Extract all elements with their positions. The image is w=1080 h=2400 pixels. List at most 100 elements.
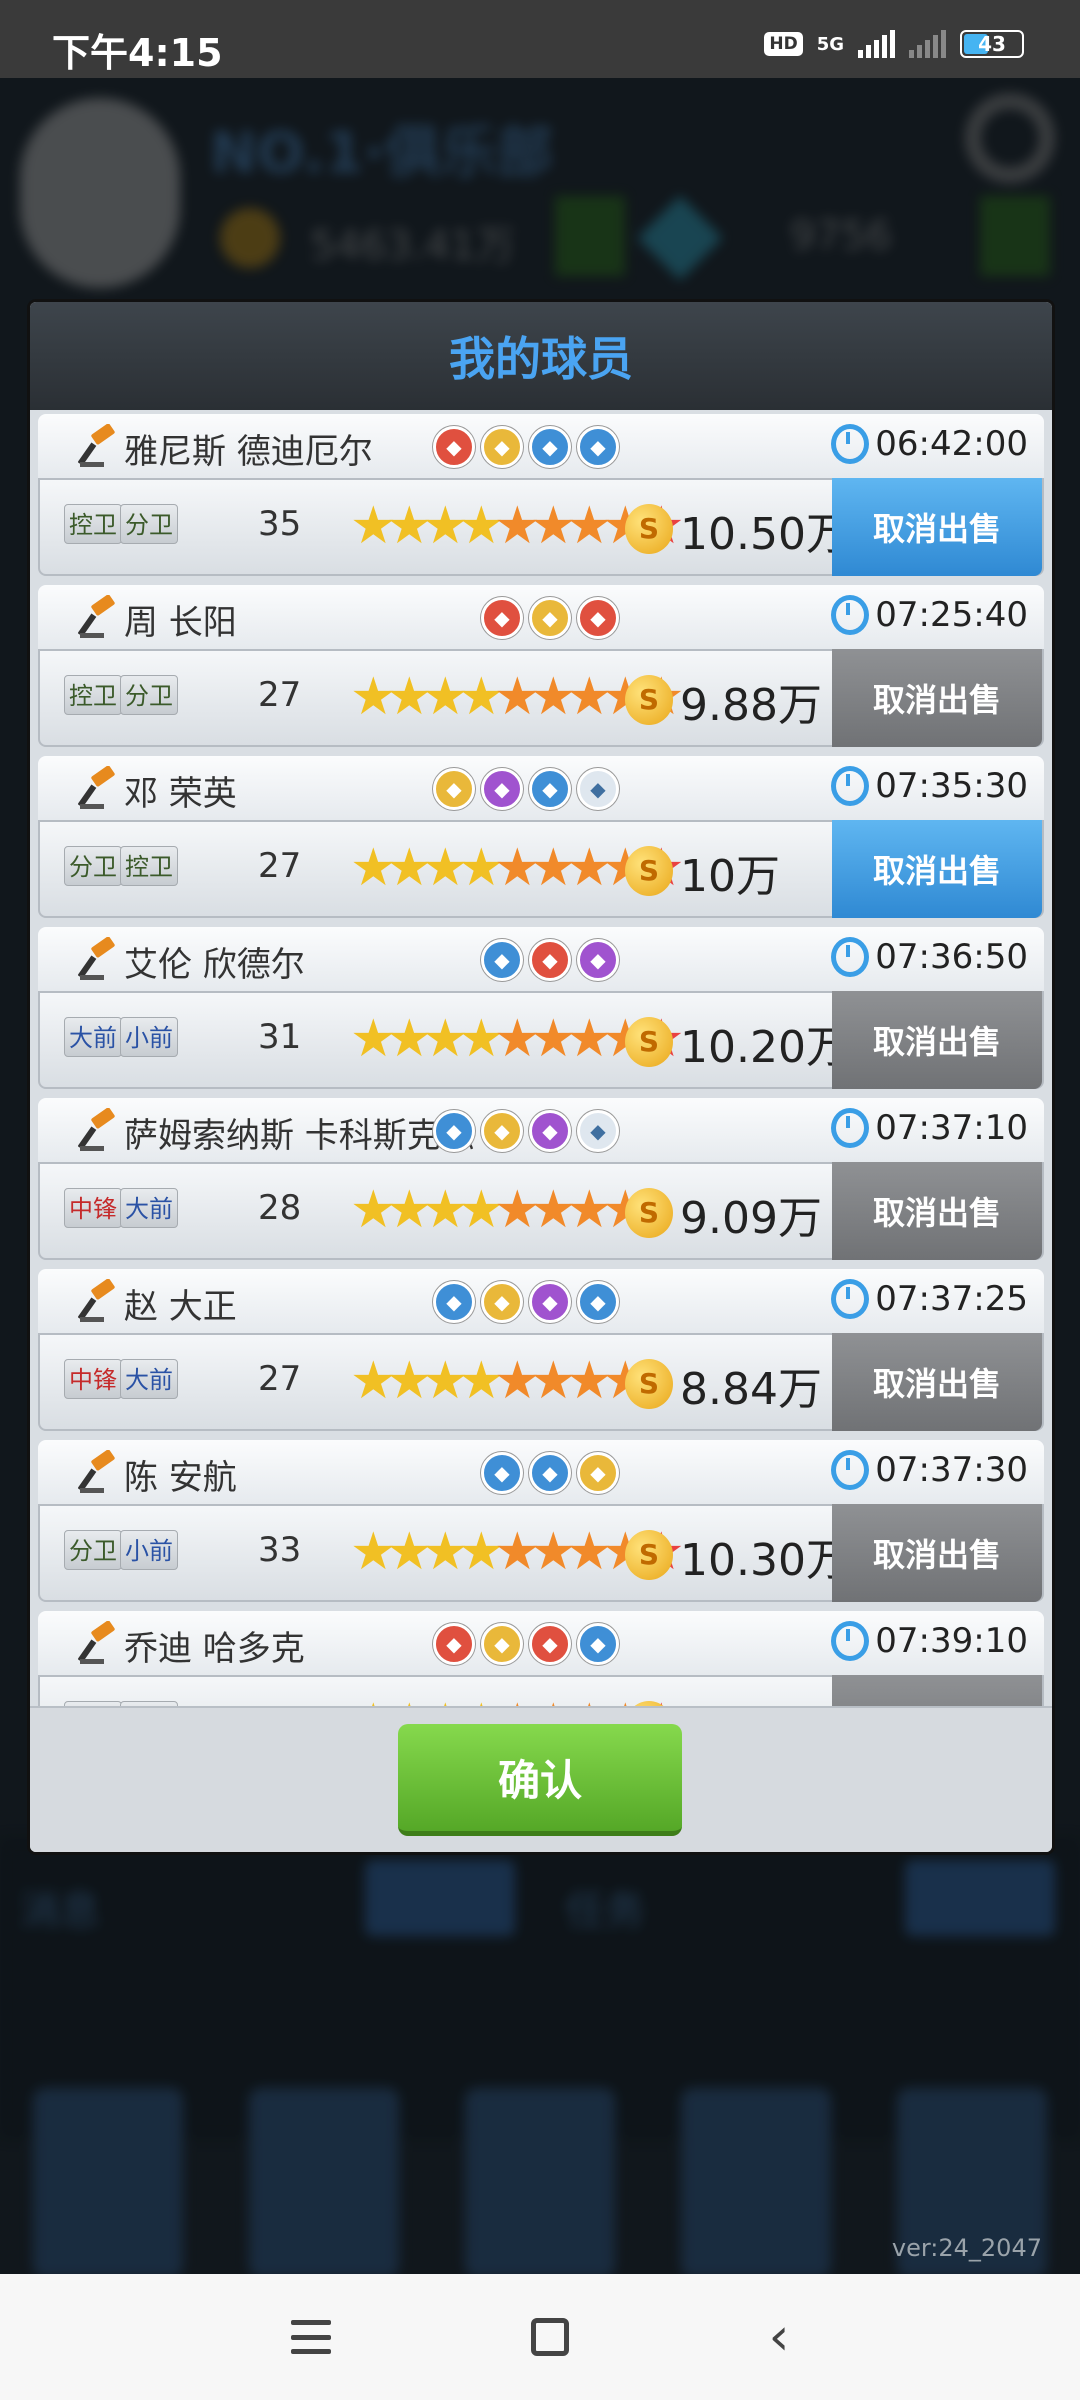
coin-icon: S: [625, 1188, 673, 1238]
listing-timer: 07:37:30: [831, 1450, 1028, 1490]
listing-timer: 07:37:25: [831, 1279, 1028, 1319]
battery-icon: 43: [960, 30, 1024, 58]
cancel-sale-button[interactable]: 取消出售: [832, 649, 1042, 747]
skill-badge-icon: ◆: [577, 939, 619, 981]
cancel-sale-button[interactable]: 取消出售: [832, 820, 1042, 918]
skill-badge-icon: ◆: [577, 1110, 619, 1152]
my-players-dialog: 我的球员 雅尼斯 德迪厄尔◆◆◆◆06:42:00控卫分卫35★★★★★★★★★…: [30, 302, 1052, 1852]
player-name: 周 长阳: [124, 603, 237, 643]
listing-header: 邓 荣英 ◆ ◆ ◆ ◆ 07:35:30: [38, 756, 1044, 820]
skill-badge-icon: ◆: [529, 1452, 571, 1494]
player-name: 乔迪 哈多克: [124, 1629, 305, 1669]
menu-icon[interactable]: [290, 2320, 331, 2354]
coin-icon: S: [625, 675, 673, 725]
status-icons: HD 5G 43: [764, 30, 1024, 58]
skill-badges: ◆ ◆ ◆ ◆: [433, 426, 619, 468]
gavel-icon: [78, 1108, 115, 1151]
listing-price: 9.88万: [680, 680, 822, 731]
star-icon: ★: [530, 1009, 577, 1069]
star-icon: ★: [494, 1695, 541, 1706]
rating-stars: ★★★★★★★★: [350, 1351, 649, 1411]
player-listing-card: 邓 荣英◆◆◆◆07:35:30分卫控卫27★★★★★★★★★S10万取消出售: [38, 756, 1044, 918]
stopwatch-icon: [831, 595, 870, 635]
skill-badges: ◆ ◆ ◆ ◆: [433, 1281, 619, 1323]
listing-header: 雅尼斯 德迪厄尔 ◆ ◆ ◆ ◆ 06:42:00: [38, 414, 1044, 478]
position-tag: 分卫: [120, 504, 178, 544]
cancel-sale-button[interactable]: 取消出售: [832, 991, 1042, 1089]
cancel-sale-button[interactable]: 取消出售: [832, 478, 1042, 576]
star-icon: ★: [422, 1695, 469, 1706]
star-icon: ★: [494, 667, 541, 727]
stopwatch-icon: [831, 1108, 870, 1148]
position-tag: 控卫: [120, 846, 178, 886]
player-name: 艾伦 欣德尔: [124, 945, 305, 985]
position-tag: 控卫: [64, 675, 122, 715]
skill-badges: ◆ ◆ ◆: [481, 1452, 619, 1494]
player-listing-card: 雅尼斯 德迪厄尔 ◆◆◆◆ 06:42:00 控卫分卫35★★★★★★★★★S10.5…: [38, 414, 1044, 576]
gavel-icon: [78, 424, 115, 467]
skill-badge-icon: ◆: [577, 426, 619, 468]
skill-badges: ◆ ◆ ◆ ◆: [433, 768, 619, 810]
star-icon: ★: [566, 1351, 613, 1411]
position-tag: 中锋: [64, 1188, 122, 1228]
star-icon: ★: [386, 496, 433, 556]
gavel-icon: [78, 937, 115, 980]
star-icon: ★: [602, 1695, 649, 1706]
player-name: 雅尼斯 德迪厄尔: [124, 432, 373, 472]
listing-timer: 06:42:00: [831, 424, 1028, 464]
star-icon: ★: [350, 1522, 397, 1582]
navigation-bar: ‹: [0, 2274, 1080, 2400]
player-listing-card: 周 长阳◆◆◆07:25:40控卫分卫27★★★★★★★★★S9.88万取消出售: [38, 585, 1044, 747]
listing-price: 10.50万: [680, 509, 850, 560]
skill-badge-icon: ◆: [529, 768, 571, 810]
star-icon: ★: [530, 1180, 577, 1240]
star-icon: ★: [350, 1351, 397, 1411]
coin-icon: S: [625, 846, 673, 896]
star-icon: ★: [458, 1009, 505, 1069]
player-listing-card: 萨姆索纳斯 卡科斯克兹◆◆◆◆07:37:10中锋大前28★★★★★★★★S9.…: [38, 1098, 1044, 1260]
star-icon: ★: [422, 1180, 469, 1240]
skill-badge-icon: ◆: [433, 426, 475, 468]
star-icon: ★: [530, 1522, 577, 1582]
cancel-sale-button[interactable]: 取消出售: [832, 1504, 1042, 1602]
player-listing-list[interactable]: 雅尼斯 德迪厄尔◆◆◆◆06:42:00控卫分卫35★★★★★★★★★S10.5…: [30, 410, 1052, 1706]
star-icon: ★: [566, 496, 613, 556]
position-tag: 大前: [64, 1017, 122, 1057]
skill-badge-icon: ◆: [529, 1281, 571, 1323]
star-icon: ★: [386, 1351, 433, 1411]
skill-badge-icon: ◆: [433, 1110, 475, 1152]
player-name: 陈 安航: [124, 1458, 237, 1498]
star-icon: ★: [422, 1522, 469, 1582]
listing-details: 分卫小前33★★★★★★★★★S10.30万取消出售: [38, 1504, 1044, 1602]
confirm-button[interactable]: 确认: [398, 1724, 682, 1836]
listing-details: 控卫分卫34★★★★★★★★★S11.41万取消出售: [38, 1675, 1044, 1706]
coin-icon: S: [625, 504, 673, 554]
star-icon: ★: [386, 1009, 433, 1069]
stopwatch-icon: [831, 937, 870, 977]
skill-badge-icon: ◆: [529, 1623, 571, 1665]
listing-details: 控卫分卫35★★★★★★★★★S10.50万取消出售: [38, 478, 1044, 576]
star-icon: ★: [422, 667, 469, 727]
signal-icon: [858, 30, 895, 58]
star-icon: ★: [530, 496, 577, 556]
stopwatch-icon: [831, 1450, 870, 1490]
listing-price: 11.41万: [680, 1695, 850, 1706]
skill-badge-icon: ◆: [481, 426, 523, 468]
star-icon: ★: [422, 1351, 469, 1411]
star-icon: ★: [494, 1351, 541, 1411]
star-icon: ★: [350, 1695, 397, 1706]
back-icon[interactable]: ‹: [769, 2307, 790, 2367]
home-icon[interactable]: [530, 2318, 569, 2356]
player-listing-card: 乔迪 哈多克◆◆◆◆07:39:10控卫分卫34★★★★★★★★★S11.41万…: [38, 1611, 1044, 1706]
skill-badges: ◆ ◆ ◆ ◆: [433, 1110, 619, 1152]
listing-details: 中锋大前 27 ★★★★★★★★S8.84万取消出售: [38, 1333, 1044, 1431]
player-name: 萨姆索纳斯 卡科斯克兹: [124, 1116, 475, 1156]
cancel-sale-button[interactable]: 取消出售: [832, 1675, 1042, 1706]
listing-header: 陈 安航 ◆ ◆ ◆ 07:37:30: [38, 1440, 1044, 1504]
star-icon: ★: [350, 1009, 397, 1069]
position-tag: 分卫: [120, 675, 178, 715]
cancel-sale-button[interactable]: 取消出售: [832, 1333, 1042, 1431]
version-label: ver:24_2047: [891, 2234, 1042, 2262]
cancel-sale-button[interactable]: 取消出售: [832, 1162, 1042, 1260]
gavel-icon: [78, 1279, 115, 1322]
